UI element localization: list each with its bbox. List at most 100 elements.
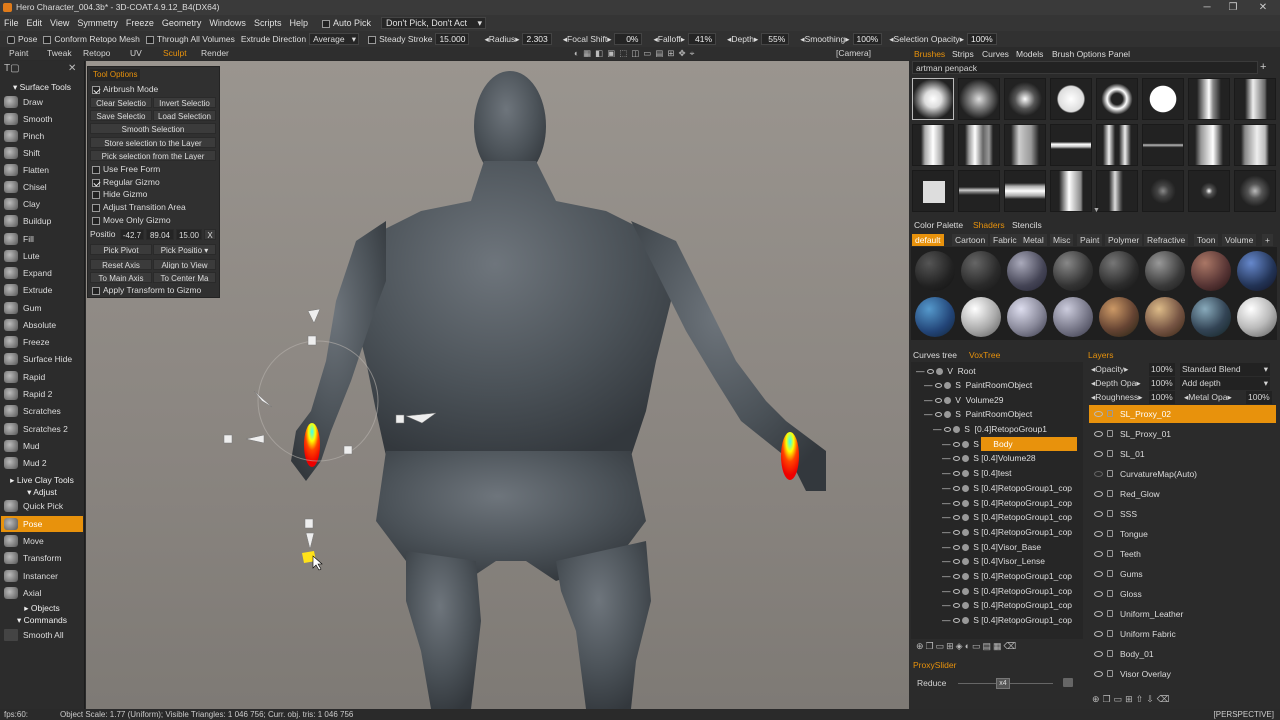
brush-soft-round[interactable]: [912, 78, 954, 120]
visibility-eye-icon[interactable]: [952, 559, 960, 565]
tab-models[interactable]: Models: [1016, 49, 1043, 59]
lock-icon[interactable]: [1107, 470, 1113, 477]
ghost-icon[interactable]: [943, 411, 951, 419]
lock-icon[interactable]: [1107, 610, 1113, 617]
menu-view[interactable]: View: [46, 18, 73, 28]
brush-flat-square[interactable]: [912, 170, 954, 212]
pick-position-dropdown[interactable]: Pick Positio ▾: [153, 244, 216, 255]
smoothing-label[interactable]: ◂Smoothing▸: [797, 34, 852, 45]
tree-item-retopo-copy[interactable]: — S [0.4]RetopoGroup1_cop: [942, 598, 1072, 612]
through-volumes-toggle[interactable]: Through All Volumes: [143, 34, 238, 44]
menu-edit[interactable]: Edit: [23, 18, 47, 28]
visibility-eye-icon[interactable]: [1094, 411, 1103, 417]
airbrush-mode-toggle[interactable]: Airbrush Mode: [92, 84, 158, 95]
visibility-eye-icon[interactable]: [1094, 651, 1103, 657]
pick-mode-dropdown[interactable]: Don't Pick, Don't Act ▾: [381, 17, 486, 29]
brush-disc[interactable]: [1142, 78, 1184, 120]
gizmo-pivot-handle[interactable]: [304, 518, 314, 529]
save-selection-button[interactable]: Save Selectio: [90, 110, 152, 121]
category-misc[interactable]: Misc: [1050, 234, 1074, 246]
lock-icon[interactable]: [1107, 410, 1113, 417]
tab-layers[interactable]: Layers: [1088, 350, 1114, 360]
tool-clay[interactable]: Clay: [1, 196, 83, 212]
layers-toolbar-icons[interactable]: ⊕❐▭⊞⇧⇩⌫: [1092, 694, 1172, 705]
align-to-view-button[interactable]: Align to View: [153, 259, 216, 270]
steady-checkbox[interactable]: [368, 35, 377, 44]
hidden-eye-icon[interactable]: [1094, 471, 1103, 477]
visibility-eye-icon[interactable]: [934, 412, 942, 418]
tab-proxy-slider[interactable]: ProxySlider: [913, 660, 956, 670]
surface-tools-header[interactable]: ▾ Surface Tools: [0, 81, 84, 93]
layer-item[interactable]: SL_Proxy_01: [1089, 425, 1276, 443]
focal-shift-input[interactable]: 0%: [614, 33, 643, 45]
layer-item[interactable]: SSS: [1089, 505, 1276, 523]
opacity-input[interactable]: 100%: [1149, 363, 1175, 376]
depth-label[interactable]: ◂Depth▸: [724, 34, 761, 45]
tree-item-volume29[interactable]: — V Volume29: [924, 393, 1003, 407]
move-only-checkbox[interactable]: [92, 216, 100, 225]
brush-line[interactable]: [1050, 124, 1092, 166]
steady-stroke-input[interactable]: 15.000: [435, 33, 470, 45]
tool-mud[interactable]: Mud: [1, 438, 83, 454]
load-selection-button[interactable]: Load Selection: [153, 110, 216, 121]
tool-absolute[interactable]: Absolute: [1, 317, 83, 333]
layer-item[interactable]: CurvatureMap(Auto): [1089, 465, 1276, 483]
menu-scripts[interactable]: Scripts: [250, 18, 286, 28]
ghost-icon[interactable]: [961, 588, 969, 596]
tool-move[interactable]: Move: [1, 533, 83, 549]
lock-icon[interactable]: [1107, 510, 1113, 517]
brush-strip-3[interactable]: [1004, 124, 1046, 166]
tab-render[interactable]: Render: [201, 47, 229, 60]
layer-item[interactable]: Uniform_Leather: [1089, 605, 1276, 623]
menu-geometry[interactable]: Geometry: [158, 18, 206, 28]
tree-item-root[interactable]: — V Root: [916, 364, 976, 378]
visibility-eye-icon[interactable]: [952, 545, 960, 551]
tree-item-retopo-copy[interactable]: — S [0.4]RetopoGroup1_cop: [942, 525, 1072, 539]
menu-windows[interactable]: Windows: [205, 18, 250, 28]
brush-gradient-bar-2[interactable]: [1234, 124, 1276, 166]
lock-icon[interactable]: [1107, 530, 1113, 537]
lock-icon[interactable]: [1107, 590, 1113, 597]
minimize-button[interactable]: ─: [1194, 0, 1220, 15]
tool-quick-pick[interactable]: Quick Pick: [1, 498, 83, 514]
tree-item-volume28[interactable]: — S [0.4]Volume28: [942, 451, 1036, 465]
visibility-eye-icon[interactable]: [952, 442, 960, 448]
brush-bar[interactable]: [1188, 78, 1230, 120]
airbrush-checkbox[interactable]: [92, 85, 100, 94]
tree-item-retopo-copy[interactable]: — S [0.4]RetopoGroup1_cop: [942, 613, 1072, 627]
layer-item[interactable]: Gums: [1089, 565, 1276, 583]
tool-smooth-all[interactable]: Smooth All: [1, 627, 83, 643]
visibility-eye-icon[interactable]: [1094, 531, 1103, 537]
tool-expand[interactable]: Expand: [1, 265, 83, 281]
tab-paint[interactable]: Paint: [9, 47, 28, 60]
visibility-eye-icon[interactable]: [952, 574, 960, 580]
tree-item-visor-base[interactable]: — S [0.4]Visor_Base: [942, 540, 1041, 554]
layer-item[interactable]: Red_Glow: [1089, 485, 1276, 503]
tab-brushes[interactable]: Brushes: [914, 49, 945, 59]
tool-gum[interactable]: Gum: [1, 300, 83, 316]
tool-rapid-2[interactable]: Rapid 2: [1, 386, 83, 402]
tree-item-paintroom-1[interactable]: — S PaintRoomObject: [924, 378, 1032, 392]
visibility-eye-icon[interactable]: [1094, 511, 1103, 517]
tab-brush-options-panel[interactable]: Brush Options Panel: [1052, 49, 1130, 59]
pick-pivot-button[interactable]: Pick Pivot: [90, 244, 152, 255]
gizmo-plane-handle[interactable]: [253, 390, 273, 408]
layer-item[interactable]: Gloss: [1089, 585, 1276, 603]
store-selection-button[interactable]: Store selection to the Layer: [90, 137, 216, 148]
tool-transform[interactable]: Transform: [1, 550, 83, 566]
tool-buildup[interactable]: Buildup: [1, 213, 83, 229]
tool-smooth[interactable]: Smooth: [1, 111, 83, 127]
lock-icon[interactable]: [1107, 650, 1113, 657]
category-refractive[interactable]: Refractive: [1144, 234, 1189, 246]
brush-point[interactable]: [1188, 170, 1230, 212]
through-checkbox[interactable]: [145, 35, 154, 44]
auto-pick-toggle[interactable]: Auto Pick: [318, 18, 375, 28]
ghost-icon[interactable]: [961, 441, 969, 449]
shader-gunmetal[interactable]: [1145, 251, 1185, 291]
tool-lute[interactable]: Lute: [1, 248, 83, 264]
tree-item-retopo-copy[interactable]: — S [0.4]RetopoGroup1_cop: [942, 481, 1072, 495]
steady-stroke-toggle[interactable]: Steady Stroke: [365, 34, 435, 44]
conform-checkbox[interactable]: [43, 35, 52, 44]
lock-icon[interactable]: [1107, 430, 1113, 437]
brush-hard-sphere[interactable]: [1050, 78, 1092, 120]
